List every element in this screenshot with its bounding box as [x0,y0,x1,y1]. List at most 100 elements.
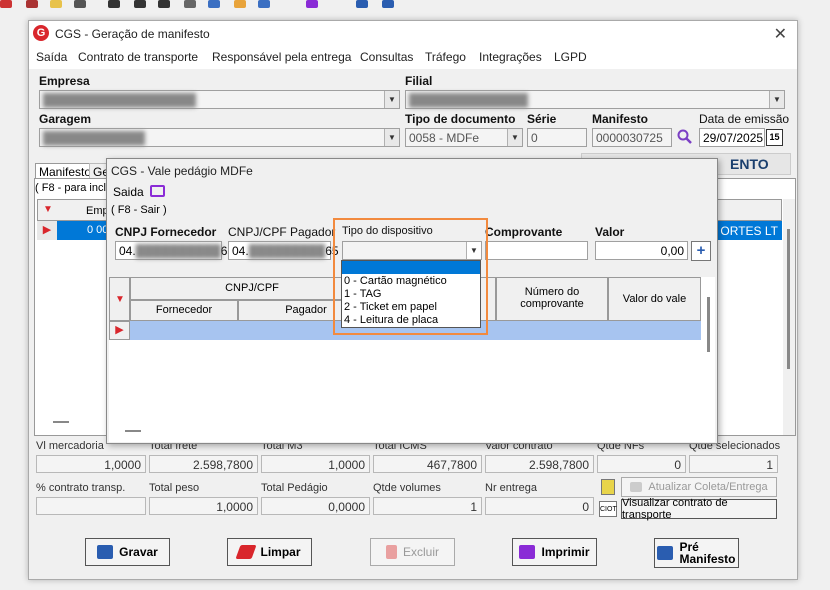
valor-contrato-value: 2.598,7800 [485,455,594,473]
excluir-button[interactable]: Excluir [370,538,455,566]
garagem-label: Garagem [39,112,92,126]
total-peso-value: 1,0000 [149,497,258,515]
menu-consultas[interactable]: Consultas [360,50,413,64]
pre-manifesto-label: Pré Manifesto [679,541,735,565]
cnpj-pagador-masked: █████████ [248,244,326,258]
toolbar-icon[interactable] [134,0,146,8]
limpar-label: Limpar [260,545,301,559]
ciot-icon[interactable]: CIOT [599,501,617,517]
valor-vale-header[interactable]: Valor do vale [608,277,701,321]
tipo-documento-select[interactable]: 0058 - MDFe ▼ [405,128,523,147]
row-pointer-icon: ▶ [109,321,130,340]
manifesto-input[interactable]: 0000030725 [592,128,672,147]
cnpj-pagador-input[interactable]: 04.█████████65 [228,241,339,260]
pre-manifesto-button[interactable]: Pré Manifesto [654,538,739,568]
status-text: ENTO [730,156,769,172]
dialog-title: CGS - Vale pedágio MDFe [111,164,253,178]
nr-entrega-label: Nr entrega [485,482,537,494]
toolbar-icon[interactable] [306,0,318,8]
data-emissao-label: Data de emissão [699,112,790,126]
menu-contrato[interactable]: Contrato de transporte [78,50,198,64]
pre-manifesto-line2: Manifesto [679,552,736,566]
document-icon[interactable] [601,479,615,495]
cnpj-fornecedor-label: CNPJ Fornecedor [115,225,217,239]
vertical-scrollbar[interactable] [783,199,795,435]
total-pedagio-value: 0,0000 [261,497,370,515]
valor-input[interactable]: 0,00 [595,241,688,260]
cnpj-pagador-prefix: 04. [232,244,249,258]
toolbar-icon[interactable] [208,0,220,8]
eraser-icon [235,545,258,559]
search-icon[interactable] [677,129,693,145]
toolbar-icon[interactable] [356,0,368,8]
grid-corner: ▼ [109,277,130,321]
horizontal-scroll-thumb[interactable] [53,421,69,423]
chevron-down-icon[interactable]: ▼ [507,129,522,146]
top-toolbar [0,0,830,14]
printer-icon [519,545,536,559]
calendar-icon[interactable]: 15 [766,129,783,146]
fornecedor-header[interactable]: Fornecedor [130,300,238,321]
comprovante-input[interactable] [485,241,588,260]
toolbar-icon[interactable] [258,0,270,8]
scrollbar-thumb[interactable] [707,297,710,352]
chevron-down-icon[interactable]: ▼ [769,91,784,108]
qtde-selecionados-value: 1 [689,455,778,473]
save-icon [657,546,674,560]
cnpj-fornecedor-input[interactable]: 04.██████████65 [115,241,234,260]
limpar-button[interactable]: Limpar [227,538,312,566]
menu-saida[interactable]: Saída [36,50,67,64]
close-icon[interactable]: ✕ [774,24,787,44]
saida-menu[interactable]: Saida [113,185,144,199]
sort-down-icon[interactable]: ▼ [115,294,125,305]
menu-integracoes[interactable]: Integrações [479,50,542,64]
toolbar-icon[interactable] [382,0,394,8]
atualizar-coleta-button[interactable]: Atualizar Coleta/Entrega [621,477,777,497]
numero-comprovante-line1: Número do [524,286,580,298]
chevron-down-icon[interactable]: ▼ [384,129,399,146]
cnpj-fornecedor-masked: ██████████ [135,244,221,258]
total-frete-value: 2.598,7800 [149,455,258,473]
dialog-hint: ( F8 - Sair ) [111,204,167,216]
toolbar-icon[interactable] [108,0,120,8]
serie-label: Série [527,112,557,126]
monitor-icon[interactable] [150,185,165,197]
manifesto-label: Manifesto [592,112,649,126]
scrollbar-thumb[interactable] [787,229,790,369]
toolbar-icon[interactable] [0,0,12,8]
imprimir-button[interactable]: Imprimir [512,538,597,566]
vl-mercadoria-value: 1,0000 [36,455,146,473]
trash-icon [385,545,397,559]
imprimir-label: Imprimir [541,545,590,559]
serie-input[interactable]: 0 [527,128,587,147]
toolbar-icon[interactable] [74,0,86,8]
menu-lgpd[interactable]: LGPD [554,50,587,64]
add-icon[interactable]: + [691,241,711,261]
filial-select[interactable]: ██████████████ ▼ [405,90,785,109]
visualizar-contrato-button[interactable]: Visualizar contrato de transporte [621,497,777,521]
garagem-select[interactable]: ████████████ ▼ [39,128,400,147]
menu-trafego[interactable]: Tráfego [425,50,466,64]
total-peso-label: Total peso [149,482,200,494]
toolbar-icon[interactable] [158,0,170,8]
gravar-label: Gravar [119,545,158,559]
empresa-label: Empresa [39,74,90,88]
menu-responsavel[interactable]: Responsável pela entrega [212,50,351,64]
numero-comprovante-header[interactable]: Número do comprovante [496,277,608,321]
gravar-button[interactable]: Gravar [85,538,170,566]
toolbar-icon[interactable] [234,0,246,8]
title-bar: G CGS - Geração de manifesto ✕ [29,21,797,47]
sort-down-icon[interactable]: ▼ [43,204,53,215]
chevron-down-icon[interactable]: ▼ [384,91,399,108]
nr-entrega-value: 0 [485,497,594,515]
numero-comprovante-line2: comprovante [520,298,584,310]
toolbar-icon[interactable] [50,0,62,8]
toolbar-icon[interactable] [184,0,196,8]
empresa-select[interactable]: ██████████████████ ▼ [39,90,400,109]
toolbar-icon[interactable] [26,0,38,8]
cnpj-fornecedor-prefix: 04. [119,244,136,258]
pct-contrato-label: % contrato transp. [36,482,126,494]
garagem-value: ████████████ [43,131,146,145]
data-emissao-input[interactable]: 29/07/2025 [699,128,765,147]
horizontal-scroll-thumb[interactable] [125,430,141,432]
